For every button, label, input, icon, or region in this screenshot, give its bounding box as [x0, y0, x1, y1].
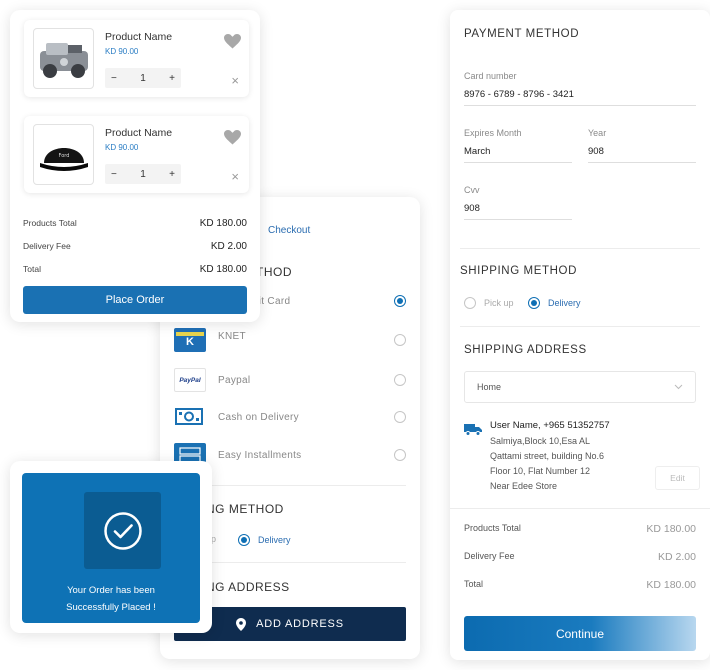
- shipping-option-delivery[interactable]: Delivery: [528, 297, 581, 309]
- payment-option-label: Paypal: [218, 374, 251, 386]
- check-circle-icon: [103, 511, 142, 550]
- product-name[interactable]: Product Name: [105, 127, 172, 139]
- quantity-stepper: − 1 +: [105, 68, 181, 88]
- radio-delivery[interactable]: [528, 297, 540, 309]
- quantity-stepper: − 1 +: [105, 164, 181, 184]
- delivery-fee-row: Delivery Fee KD 2.00: [23, 241, 247, 252]
- breadcrumb-checkout[interactable]: Checkout: [268, 225, 310, 236]
- edit-address-button[interactable]: Edit: [655, 466, 700, 490]
- payment-option-label: Easy Installments: [218, 449, 302, 461]
- radio-card[interactable]: [394, 295, 406, 307]
- card-number-input[interactable]: 8976 - 6789 - 8796 - 3421: [464, 89, 574, 100]
- product-image-cap[interactable]: Ford: [33, 124, 94, 185]
- payment-option-label: Cash on Delivery: [218, 411, 299, 423]
- decrease-button[interactable]: −: [111, 169, 117, 180]
- product-price: KD 90.00: [105, 47, 139, 56]
- product-price: KD 90.00: [105, 143, 139, 152]
- order-success-card: Your Order has been Successfully Placed …: [10, 461, 212, 633]
- payment-method-title: PAYMENT METHOD: [464, 28, 580, 40]
- expires-month-input[interactable]: March: [464, 146, 490, 157]
- address-details: User Name, +965 51352757 Salmiya,Block 1…: [490, 420, 610, 491]
- shipping-option-pickup[interactable]: Pick up: [464, 297, 514, 309]
- knet-logo-icon: K: [174, 328, 206, 352]
- heart-icon[interactable]: [224, 130, 241, 145]
- cart-card: Product Name KD 90.00 − 1 + × Ford Produ…: [10, 10, 260, 322]
- chevron-down-icon: [674, 384, 683, 390]
- address-name-phone: User Name, +965 51352757: [490, 420, 610, 431]
- radio-installments[interactable]: [394, 449, 406, 461]
- payment-option-cash[interactable]: Cash on Delivery: [174, 404, 406, 430]
- year-label: Year: [588, 128, 607, 138]
- increase-button[interactable]: +: [169, 169, 175, 180]
- quantity-value[interactable]: 1: [140, 73, 146, 84]
- success-message: Your Order has been Successfully Placed …: [66, 585, 156, 613]
- success-check: [84, 492, 161, 569]
- radio-delivery[interactable]: [238, 534, 250, 546]
- cvv-label: Cvv: [464, 185, 480, 195]
- cash-icon: [174, 405, 206, 429]
- shipping-section-title: NG METHOD: [206, 502, 284, 516]
- product-image-car-parts[interactable]: [33, 28, 94, 89]
- remove-item-button[interactable]: ×: [231, 170, 239, 183]
- increase-button[interactable]: +: [169, 73, 175, 84]
- year-input[interactable]: 908: [588, 146, 604, 157]
- total-row: Total KD 180.00: [464, 579, 696, 591]
- address-section-title: NG ADDRESS: [206, 580, 290, 594]
- payment-option-label: KNET: [218, 330, 246, 342]
- radio-paypal[interactable]: [394, 374, 406, 386]
- decrease-button[interactable]: −: [111, 73, 117, 84]
- expires-month-label: Expires Month: [464, 128, 522, 138]
- payment-option-paypal[interactable]: PayPal Paypal: [174, 367, 406, 393]
- card-number-label: Card number: [464, 71, 517, 81]
- payment-option-knet[interactable]: K KNET: [174, 327, 406, 353]
- quantity-value[interactable]: 1: [140, 169, 146, 180]
- heart-icon[interactable]: [224, 34, 241, 49]
- address-select[interactable]: Home: [464, 371, 696, 403]
- products-total-row: Products Total KD 180.00: [23, 218, 247, 229]
- cart-item: Ford Product Name KD 90.00 − 1 + ×: [24, 116, 249, 193]
- cart-item: Product Name KD 90.00 − 1 + ×: [24, 20, 249, 97]
- shipping-method-title: SHIPPING METHOD: [460, 265, 577, 277]
- cvv-input[interactable]: 908: [464, 203, 480, 214]
- delivery-fee-row: Delivery Fee KD 2.00: [464, 551, 696, 563]
- payment-card: PAYMENT METHOD Card number 8976 - 6789 -…: [450, 10, 710, 660]
- radio-cash[interactable]: [394, 411, 406, 423]
- shipping-option-delivery[interactable]: Delivery: [238, 534, 291, 546]
- location-pin-icon: [236, 617, 247, 631]
- radio-knet[interactable]: [394, 334, 406, 346]
- product-name[interactable]: Product Name: [105, 31, 172, 43]
- remove-item-button[interactable]: ×: [231, 74, 239, 87]
- svg-text:Ford: Ford: [59, 153, 70, 159]
- delivery-truck-icon: [464, 424, 482, 436]
- products-total-row: Products Total KD 180.00: [464, 523, 696, 535]
- success-panel: Your Order has been Successfully Placed …: [22, 473, 200, 623]
- total-row: Total KD 180.00: [23, 264, 247, 275]
- continue-button[interactable]: Continue: [464, 616, 696, 651]
- shipping-address-title: SHIPPING ADDRESS: [464, 344, 587, 356]
- place-order-button[interactable]: Place Order: [23, 286, 247, 314]
- payment-section-title: THOD: [256, 265, 292, 279]
- radio-pickup[interactable]: [464, 297, 476, 309]
- paypal-logo-icon: PayPal: [174, 368, 206, 392]
